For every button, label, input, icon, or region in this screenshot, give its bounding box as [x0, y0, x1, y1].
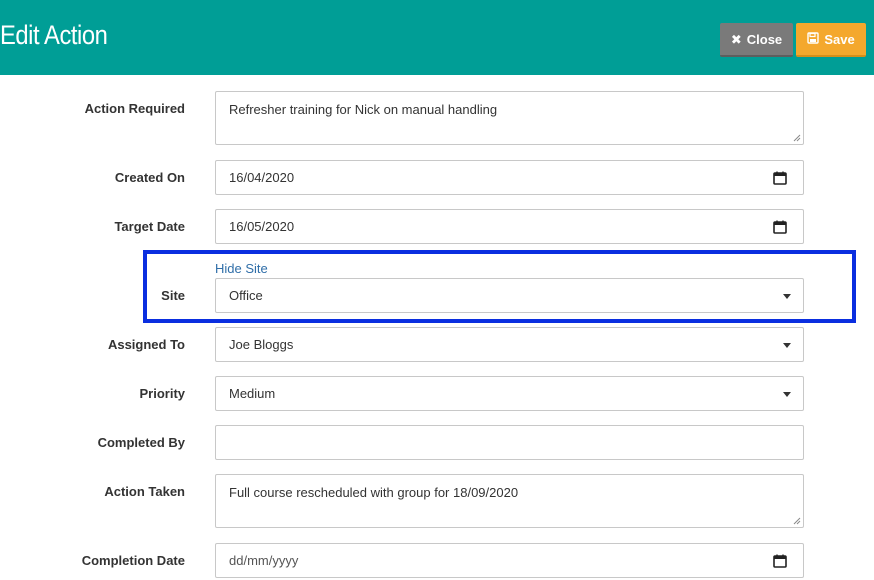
- completion-date-input[interactable]: dd/mm/yyyy: [215, 543, 804, 578]
- chevron-down-icon: [783, 293, 791, 299]
- action-required-textarea[interactable]: Refresher training for Nick on manual ha…: [215, 91, 804, 145]
- chevron-down-icon: [783, 391, 791, 397]
- completion-date-placeholder: dd/mm/yyyy: [229, 553, 299, 568]
- action-taken-label: Action Taken: [104, 484, 185, 499]
- save-icon: [807, 32, 820, 46]
- site-label: Site: [161, 288, 185, 303]
- close-button-label: Close: [746, 31, 783, 47]
- target-date-input[interactable]: 16/05/2020: [215, 209, 804, 244]
- target-date-value: 16/05/2020: [229, 219, 295, 234]
- calendar-icon[interactable]: [773, 220, 787, 234]
- action-required-label: Action Required: [84, 101, 185, 116]
- created-on-date-input[interactable]: 16/04/2020: [215, 160, 804, 195]
- calendar-icon[interactable]: [773, 554, 787, 568]
- site-value: Office: [229, 288, 263, 303]
- action-taken-value: Full course rescheduled with group for 1…: [229, 485, 519, 500]
- created-on-label: Created On: [114, 170, 185, 185]
- site-select[interactable]: Office: [215, 278, 804, 313]
- created-on-value: 16/04/2020: [229, 170, 295, 185]
- header-bar: Edit Action ✖ Close Save: [0, 0, 874, 75]
- save-button-label: Save: [824, 31, 855, 47]
- assigned-to-value: Joe Bloggs: [229, 337, 294, 352]
- completed-by-input[interactable]: [215, 425, 804, 460]
- close-button[interactable]: ✖ Close: [720, 23, 793, 57]
- chevron-down-icon: [783, 342, 791, 348]
- completion-date-label: Completion Date: [81, 553, 185, 568]
- calendar-icon[interactable]: [773, 171, 787, 185]
- priority-value: Medium: [229, 386, 276, 401]
- priority-label: Priority: [139, 386, 185, 401]
- completed-by-label: Completed By: [97, 435, 185, 450]
- assigned-to-select[interactable]: Joe Bloggs: [215, 327, 804, 362]
- action-taken-textarea[interactable]: Full course rescheduled with group for 1…: [215, 474, 804, 528]
- page-title: Edit Action: [0, 20, 108, 50]
- target-date-label: Target Date: [114, 219, 185, 234]
- hide-site-link[interactable]: Hide Site: [215, 261, 268, 276]
- action-required-value: Refresher training for Nick on manual ha…: [229, 102, 498, 117]
- assigned-to-label: Assigned To: [107, 337, 185, 352]
- save-button[interactable]: Save: [796, 23, 866, 57]
- close-icon: ✖: [730, 31, 742, 47]
- resize-grip-icon[interactable]: [793, 517, 801, 525]
- priority-select[interactable]: Medium: [215, 376, 804, 411]
- resize-grip-icon[interactable]: [793, 134, 801, 142]
